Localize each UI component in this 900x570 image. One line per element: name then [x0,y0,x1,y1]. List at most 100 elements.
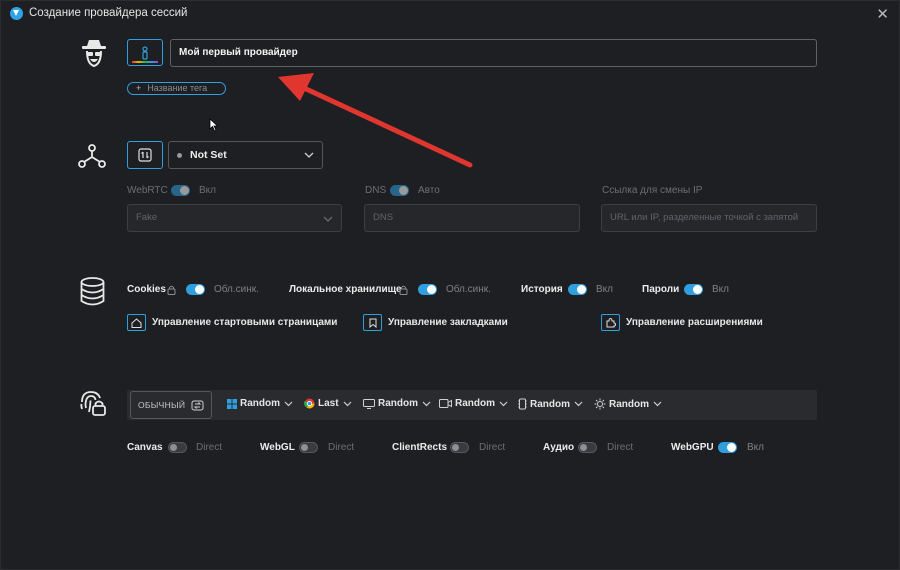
session-provider-window: Создание провайдера сессий ✕ Мой первый … [0,0,900,570]
dns-toggle[interactable] [390,185,409,196]
local-storage-toggle[interactable] [418,284,437,295]
close-icon[interactable]: ✕ [876,5,889,23]
local-storage-state: Обл.синк. [446,284,491,295]
add-tag-button[interactable]: + Название тега [127,82,226,95]
os-value: Random [240,398,280,409]
ip-change-label: Ссылка для смены IP [602,185,703,196]
dns-state: Авто [418,185,440,196]
canvas-state: Direct [196,442,223,453]
browser-value: Last [318,398,339,409]
camera-icon [439,399,452,408]
status-dot [177,152,182,158]
lock-icon [167,285,176,295]
canvas-label: Canvas [127,442,163,453]
history-toggle[interactable] [568,284,587,295]
webrtc-state: Вкл [199,185,216,196]
mode-label: ОБЫЧНЫЙ [138,400,186,410]
clientrects-state: Direct [479,442,506,453]
os-dropdown[interactable]: Random [227,398,293,409]
proxy-type-button[interactable] [127,141,163,169]
browser-dropdown[interactable]: Last [304,398,352,409]
database-icon [80,277,105,306]
fingerprint-mode-button[interactable]: ОБЫЧНЫЙ [130,391,212,419]
audio-label: Аудио [543,442,575,453]
start-pages-link[interactable]: Управление стартовыми страницами [127,314,337,331]
webgl-toggle[interactable] [299,442,318,453]
bookmarks-link[interactable]: Управление закладками [363,314,508,331]
chevron-down-icon [304,152,314,158]
dns-input[interactable]: DNS [364,204,580,232]
network-nodes-icon [78,144,106,168]
cookies-toggle[interactable] [186,284,205,295]
avatar-button[interactable] [127,39,163,66]
hardware-value: Random [530,398,570,410]
chevron-down-icon [499,401,508,406]
start-pages-label: Управление стартовыми страницами [152,317,338,328]
webgl-state: Direct [328,442,355,453]
webgl-label: WebGL [260,442,295,453]
webrtc-value: Fake [136,212,158,223]
local-storage-label: Локальное хранилище [289,284,402,295]
extensions-link[interactable]: Управление расширениями [601,314,763,331]
screen-dropdown[interactable]: Random [363,398,431,409]
webrtc-toggle[interactable] [171,185,190,196]
proxy-swap-icon [138,148,152,162]
chevron-down-icon [284,401,293,406]
cookies-state: Обл.синк. [214,284,259,295]
proxy-value: Not Set [190,149,227,161]
history-state: Вкл [596,284,613,295]
title-bar: Создание провайдера сессий ✕ [1,1,899,27]
screen-value: Random [378,398,418,409]
media-value: Random [455,398,495,409]
bookmark-icon [363,314,382,331]
history-label: История [521,284,563,295]
clientrects-label: ClientRects [392,442,448,453]
plus-icon: + [136,83,142,93]
refresh-icon [191,400,204,410]
fingerprint-lock-icon [80,391,106,416]
audio-toggle[interactable] [578,442,597,453]
puzzle-icon [601,314,620,331]
hardware-dropdown[interactable]: Random [518,398,583,410]
settings-value: Random [609,398,649,410]
dns-label: DNS [365,185,387,196]
add-tag-label: Название тега [147,83,208,93]
chevron-down-icon [574,401,583,407]
settings-dropdown[interactable]: Random [594,398,662,410]
webrtc-label: WebRTC [127,185,168,196]
clientrects-toggle[interactable] [450,442,469,453]
settings-icon [594,398,606,410]
incognito-icon [82,40,106,68]
person-icon [142,45,148,60]
webgpu-label: WebGPU [671,442,714,453]
chevron-down-icon [422,401,431,406]
windows-icon [227,398,237,409]
extensions-label: Управление расширениями [626,317,763,328]
ip-change-input[interactable]: URL или IP, разделенные точкой с запятой [601,204,817,232]
passwords-state: Вкл [712,284,729,295]
audio-state: Direct [607,442,634,453]
chevron-down-icon [653,401,662,407]
webgpu-state: Вкл [747,442,764,453]
chrome-icon [304,398,315,409]
bookmarks-label: Управление закладками [388,317,508,328]
chevron-down-icon [343,401,351,406]
cpu-icon [518,398,527,410]
passwords-label: Пароли [642,284,680,295]
media-dropdown[interactable]: Random [439,398,508,409]
proxy-select[interactable]: Not Set [168,141,323,169]
cookies-label: Cookies [127,284,166,295]
chevron-down-icon [323,216,333,222]
canvas-toggle[interactable] [168,442,187,453]
lock-icon [399,285,408,295]
color-strip [132,61,158,63]
passwords-toggle[interactable] [684,284,703,295]
monitor-icon [363,398,375,409]
mouse-cursor-icon [209,118,219,132]
webgpu-toggle[interactable] [718,442,737,453]
provider-name-input[interactable]: Мой первый провайдер [170,39,817,67]
window-title: Создание провайдера сессий [29,7,188,19]
fingerprint-bar: ОБЫЧНЫЙ Random Last Random Random Random [127,390,817,420]
app-logo-icon [10,7,23,20]
webrtc-select[interactable]: Fake [127,204,342,232]
